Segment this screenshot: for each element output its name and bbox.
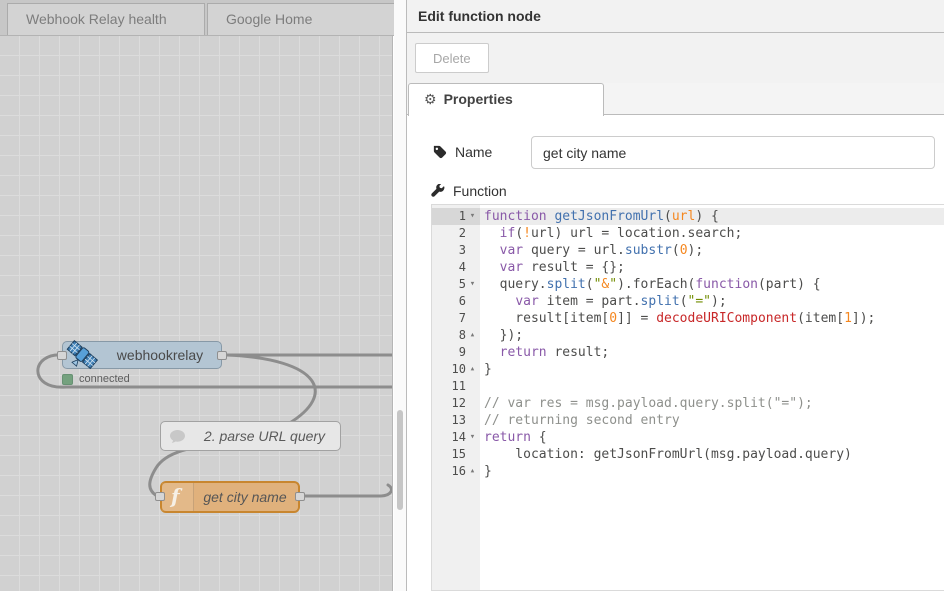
node-function-get-city-name[interactable]: f get city name [160, 481, 300, 513]
node-input-port[interactable] [155, 492, 165, 501]
code-line: 12// var res = msg.payload.query.split("… [432, 395, 944, 412]
workspace-scrollbar [394, 0, 406, 591]
code-line: 5▾ query.split("&").forEach(function(par… [432, 276, 944, 293]
code-line: 8▴ }); [432, 327, 944, 344]
code-text: } [484, 463, 492, 480]
code-line: 4 var result = {}; [432, 259, 944, 276]
node-output-port[interactable] [295, 492, 305, 501]
code-line: 14▾return { [432, 429, 944, 446]
status-dot-connected [62, 374, 73, 385]
node-label: 2. parse URL query [195, 422, 334, 450]
code-line: 6 var item = part.split("="); [432, 293, 944, 310]
tab-label: Properties [444, 91, 513, 107]
code-line: 3 var query = url.substr(0); [432, 242, 944, 259]
code-text: location: getJsonFromUrl(msg.payload.que… [484, 446, 852, 463]
wire-function-out [302, 485, 391, 496]
fold-close-icon[interactable]: ▴ [466, 327, 479, 344]
code-text: if(!url) url = location.search; [484, 225, 742, 242]
fold-close-icon[interactable]: ▴ [466, 361, 479, 378]
delete-button[interactable]: Delete [415, 43, 489, 73]
code-text: } [484, 361, 492, 378]
code-text: var query = url.substr(0); [484, 242, 703, 259]
code-line: 2 if(!url) url = location.search; [432, 225, 944, 242]
line-number: 15 [432, 446, 480, 463]
name-input[interactable] [531, 136, 935, 169]
line-number: 12 [432, 395, 480, 412]
function-code-editor[interactable]: 1▾function getJsonFromUrl(url) {2 if(!ur… [431, 204, 944, 591]
code-text: }); [484, 327, 523, 344]
flow-tab-label: Google Home [226, 11, 312, 27]
code-text: query.split("&").forEach(function(part) … [484, 276, 821, 293]
line-number: 7 [432, 310, 480, 327]
function-field-label: Function [431, 183, 507, 199]
code-lines: 1▾function getJsonFromUrl(url) {2 if(!ur… [432, 208, 944, 480]
node-comment-parse-url-query[interactable]: 2. parse URL query [160, 421, 341, 451]
line-number: 13 [432, 412, 480, 429]
line-number: 11 [432, 378, 480, 395]
node-label: webhookrelay [105, 342, 215, 368]
fold-open-icon[interactable]: ▾ [466, 276, 479, 293]
code-text: result[item[0]] = decodeURIComponent(ite… [484, 310, 875, 327]
flow-tab-webhook-relay-health[interactable]: Webhook Relay health [7, 3, 205, 36]
fold-close-icon[interactable]: ▴ [466, 463, 479, 480]
code-line: 16▴} [432, 463, 944, 480]
code-text: var item = part.split("="); [484, 293, 727, 310]
function-f-icon: f [171, 484, 180, 508]
line-number: 6 [432, 293, 480, 310]
line-number: 3 [432, 242, 480, 259]
flow-canvas[interactable]: webhookrelay connected 2. parse URL quer… [0, 36, 393, 591]
flow-tab-google-home[interactable]: Google Home [207, 3, 394, 36]
node-output-port[interactable] [217, 351, 227, 360]
code-text: // var res = msg.payload.query.split("="… [484, 395, 813, 412]
node-webhookrelay[interactable]: webhookrelay [62, 341, 222, 369]
fold-open-icon[interactable]: ▾ [466, 208, 479, 225]
flow-workspace: Webhook Relay health Google Home [0, 0, 406, 591]
code-line: 15 location: getJsonFromUrl(msg.payload.… [432, 446, 944, 463]
node-status-webhookrelay: connected [62, 373, 130, 385]
comment-icon [169, 429, 186, 445]
name-field-label: Name [433, 144, 492, 160]
tag-icon [433, 145, 447, 159]
wrench-icon [431, 184, 445, 198]
node-label: get city name [196, 483, 294, 511]
code-text: var result = {}; [484, 259, 625, 276]
line-number: 9 [432, 344, 480, 361]
code-line: 11 [432, 378, 944, 395]
status-text: connected [79, 373, 130, 385]
fold-open-icon[interactable]: ▾ [466, 429, 479, 446]
flow-tabbar: Webhook Relay health Google Home [0, 0, 394, 36]
line-number: 2 [432, 225, 480, 242]
gear-icon: ⚙ [424, 91, 437, 107]
node-red-editor: Webhook Relay health Google Home [0, 0, 944, 591]
code-text: // returning second entry [484, 412, 680, 429]
code-line: 13// returning second entry [432, 412, 944, 429]
satellite-icon [63, 336, 101, 374]
tray-tabrow: ⚙ Properties [407, 83, 944, 115]
code-line: 10▴} [432, 361, 944, 378]
code-text: function getJsonFromUrl(url) { [484, 208, 719, 225]
tab-properties[interactable]: ⚙ Properties [408, 83, 604, 116]
code-line: 1▾function getJsonFromUrl(url) { [432, 208, 944, 225]
tray-body: Name Function 1▾function getJsonFromUrl(… [407, 117, 944, 591]
edit-tray: Edit function node Delete ⚙ Properties Na… [406, 0, 944, 591]
code-line: 9 return result; [432, 344, 944, 361]
line-number: 4 [432, 259, 480, 276]
workspace-scrollbar-thumb[interactable] [397, 410, 403, 510]
tray-toolbar: Delete [407, 33, 944, 83]
code-line: 7 result[item[0]] = decodeURIComponent(i… [432, 310, 944, 327]
code-text: return result; [484, 344, 609, 361]
code-text: return { [484, 429, 547, 446]
flow-tab-label: Webhook Relay health [26, 11, 167, 27]
tray-title: Edit function node [407, 0, 944, 33]
